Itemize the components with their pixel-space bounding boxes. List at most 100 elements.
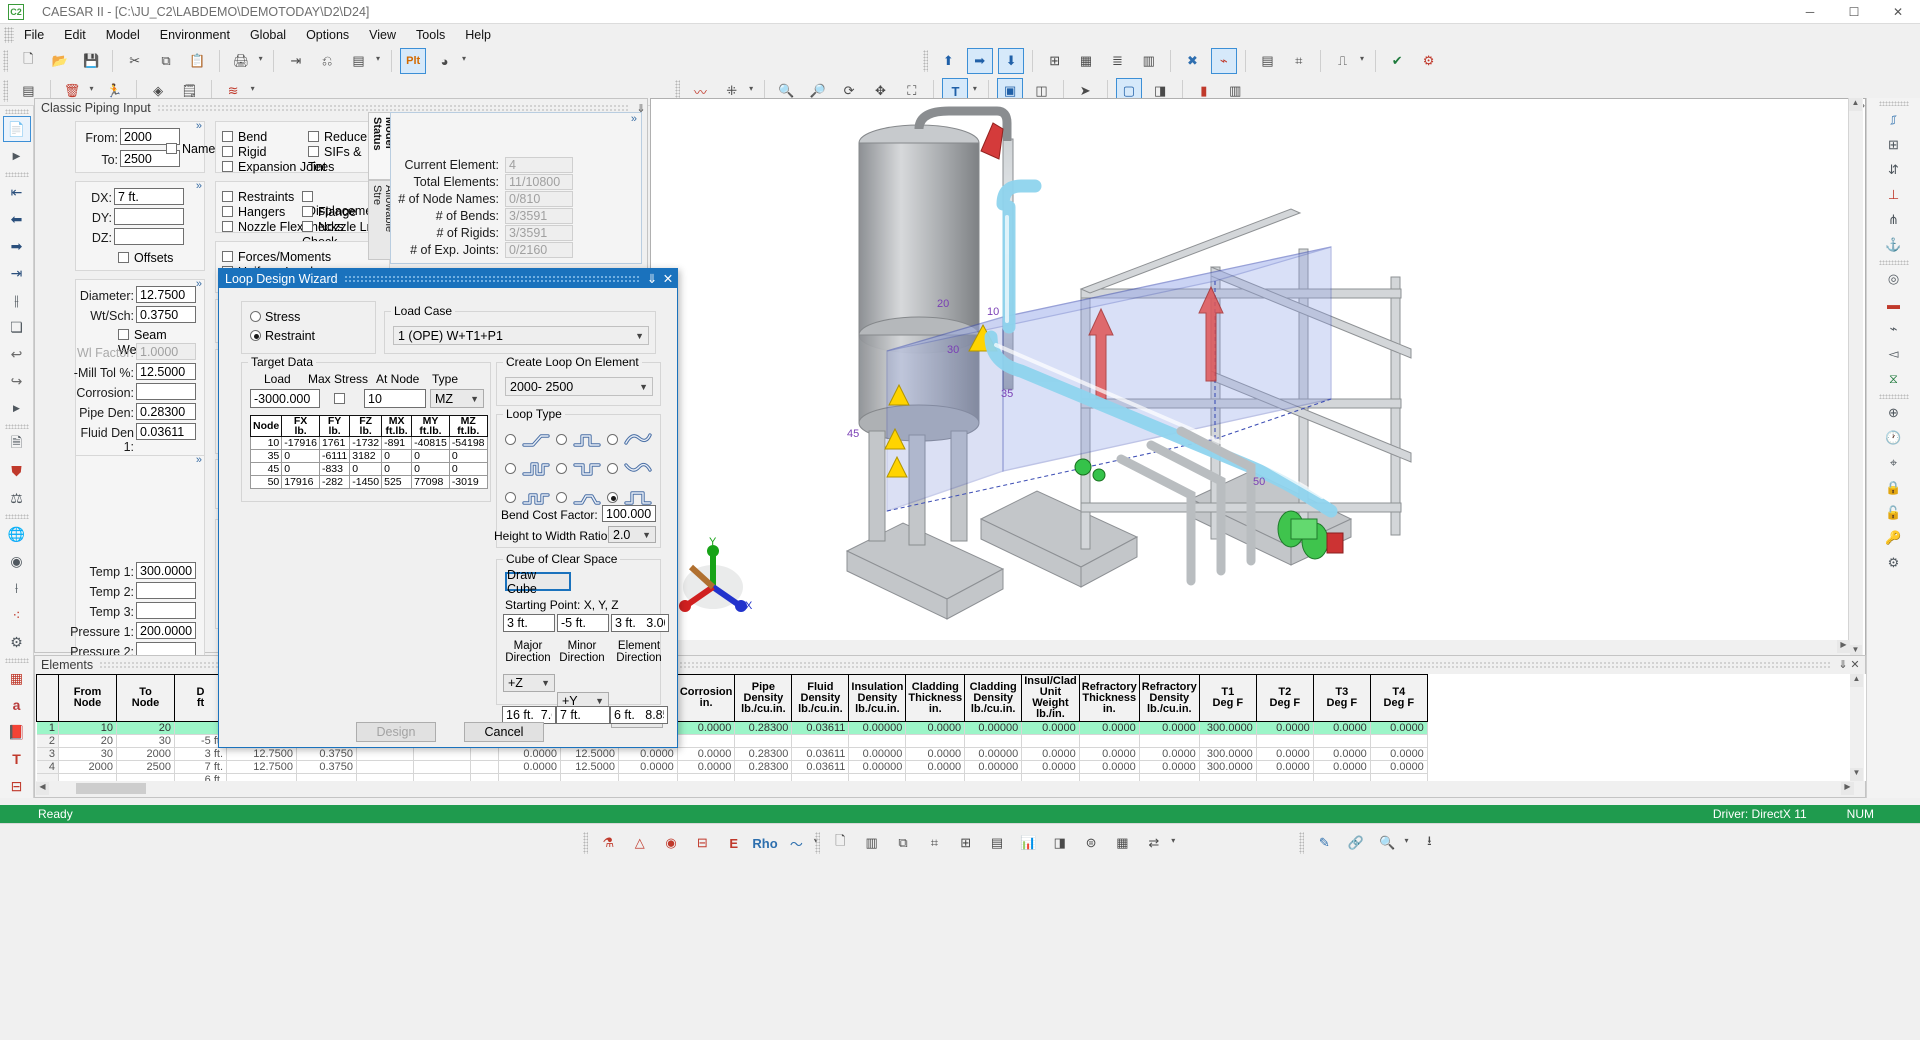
accounting-icon[interactable]: ⊞	[953, 830, 979, 856]
elements-cell[interactable]: 0.3750	[297, 761, 357, 774]
globe-icon[interactable]: 🌐	[3, 521, 31, 547]
height-width-chevron-down-icon[interactable]: ▼	[642, 530, 651, 540]
hanger-design-icon[interactable]: ⚗	[595, 830, 621, 856]
data-matrix-icon[interactable]: ▥	[859, 830, 885, 856]
cross-hatch-icon[interactable]: ✖	[1179, 48, 1205, 74]
spectrum-icon[interactable]: ⎍	[1330, 48, 1356, 74]
equipment-e-icon[interactable]: E	[721, 830, 747, 856]
elements-cell[interactable]: 0.3750	[297, 748, 357, 761]
elements-cell[interactable]	[1022, 735, 1080, 748]
reducer-view-icon[interactable]: ◅	[1881, 342, 1907, 366]
right-rail-grip-3[interactable]	[1879, 394, 1909, 399]
menu-grip[interactable]	[4, 27, 14, 43]
name-checkbox[interactable]: Name	[166, 141, 215, 156]
node-labels-icon[interactable]: ⊞	[1881, 133, 1907, 157]
elements-col-12[interactable]: PipeDensitylb./cu.in.	[735, 675, 792, 722]
insert-element-icon[interactable]: ⫲	[3, 287, 31, 313]
nozzle-lmt-checkbox-box[interactable]	[302, 221, 313, 232]
undo-icon[interactable]: ↩	[3, 341, 31, 367]
temp3-input[interactable]	[136, 602, 196, 619]
elements-cell[interactable]: 0.0000	[906, 761, 965, 774]
more-rail-icon[interactable]: ▶	[3, 395, 31, 421]
elements-cell[interactable]	[357, 748, 414, 761]
elements-cell[interactable]: 0.3750	[297, 774, 357, 782]
elements-cell[interactable]: 0.0000	[619, 748, 678, 761]
flange-checks-checkbox-box[interactable]	[302, 206, 313, 217]
elements-cell[interactable]	[414, 748, 471, 761]
menu-environment[interactable]: Environment	[150, 26, 240, 44]
elements-cell[interactable]: 20	[117, 722, 175, 735]
pen-tool-icon[interactable]: ✎	[1311, 830, 1337, 856]
arrow-up-icon[interactable]: ⬆	[935, 48, 961, 74]
loop-type-radio-7[interactable]	[505, 492, 516, 503]
at-node-input[interactable]	[364, 389, 426, 408]
elements-cell[interactable]: 0.0000	[1256, 748, 1313, 761]
elements-cell[interactable]: 0.0000	[1139, 761, 1199, 774]
height-width-select[interactable]: 2.0 ▼	[608, 526, 656, 543]
type-select[interactable]: MZ ▼	[430, 389, 484, 408]
rigid-checkbox[interactable]: Rigid	[222, 144, 267, 159]
elements-cell[interactable]: 0.0000	[677, 748, 735, 761]
new-file-icon[interactable]: 🗋	[15, 48, 41, 74]
intersection-ic[interactable]: ⌗	[921, 830, 947, 856]
elements-hscrollbar[interactable]: ◀ ▶	[36, 782, 1854, 796]
elements-cell[interactable]: 0.0000	[1256, 761, 1313, 774]
elements-col-13[interactable]: FluidDensitylb./cu.in.	[792, 675, 849, 722]
starting-z-input[interactable]	[611, 614, 669, 632]
elements-cell[interactable]: 0.0000	[1370, 761, 1427, 774]
elements-cell[interactable]	[1079, 735, 1139, 748]
from-to-expand-icon[interactable]: »	[196, 120, 200, 132]
seam-welded-checkbox-box[interactable]	[118, 329, 129, 340]
forces-moments-checkbox-box[interactable]	[222, 251, 233, 262]
minor-length-input[interactable]	[556, 706, 610, 724]
forces-moments-checkbox[interactable]: Forces/Moments	[222, 249, 331, 264]
elements-cell[interactable]: 0.0000	[1079, 722, 1139, 735]
elements-cell[interactable]: 0.0000	[1022, 774, 1080, 782]
elements-col-14[interactable]: InsulationDensitylb./cu.in.	[849, 675, 906, 722]
sifs-tees-checkbox-box[interactable]	[308, 146, 319, 157]
elements-col-11[interactable]: Corrosionin.	[677, 675, 735, 722]
menu-model[interactable]: Model	[96, 26, 150, 44]
restraint-radio-button[interactable]	[250, 330, 261, 341]
load-input[interactable]	[250, 389, 320, 408]
structural-icon[interactable]: ⌗	[1286, 48, 1312, 74]
toolbar-grip-3[interactable]	[3, 80, 8, 102]
row-number[interactable]: 5	[37, 774, 59, 782]
axis-icon[interactable]: ⟊	[3, 575, 31, 601]
elements-cell[interactable]: 300.0000	[1199, 722, 1256, 735]
nozzle-flex-checkbox[interactable]: Nozzle Flex.	[222, 219, 307, 234]
minimize-button[interactable]: ─	[1788, 0, 1832, 24]
save-icon[interactable]: 💾	[78, 48, 104, 74]
elements-col-21[interactable]: T2Deg F	[1256, 675, 1313, 722]
stress-radio[interactable]: Stress	[250, 309, 300, 324]
starting-y-input[interactable]	[557, 614, 609, 632]
pipe-props-icon[interactable]: ⊜	[1078, 830, 1104, 856]
elements-cell[interactable]: 0.0000	[1370, 774, 1427, 782]
minor-direction-chevron-down-icon[interactable]: ▼	[595, 696, 604, 706]
elements-cell[interactable]: 0.28300	[735, 774, 792, 782]
elements-cell[interactable]: 0.0000	[1139, 722, 1199, 735]
elements-cell[interactable]: 0.0000	[1256, 722, 1313, 735]
elements-cell[interactable]: 0.0000	[677, 761, 735, 774]
elements-cell[interactable]: 2000	[117, 748, 175, 761]
temp-expand-icon[interactable]: »	[196, 454, 200, 466]
rigid-checkbox-box[interactable]	[222, 146, 233, 157]
elements-cell[interactable]: 0.0000	[1079, 748, 1139, 761]
copy-icon[interactable]: ⧉	[153, 48, 179, 74]
elements-cell[interactable]: 0.28300	[735, 748, 792, 761]
first-element-icon[interactable]: ⇤	[3, 179, 31, 205]
next-element-icon[interactable]: ➡	[3, 233, 31, 259]
loop-type-radio-1[interactable]	[505, 434, 516, 445]
rail-grip-3[interactable]	[5, 424, 29, 429]
hanger-view-icon[interactable]: ⋔	[1881, 208, 1907, 232]
insulation-view-icon[interactable]: ◎	[1881, 267, 1907, 291]
elements-cell[interactable]: 30	[117, 735, 175, 748]
elements-cell[interactable]: 0.0000	[1313, 722, 1370, 735]
elements-cell[interactable]: 0.0000	[499, 774, 561, 782]
tee-icon[interactable]: T	[3, 746, 31, 772]
elements-cell[interactable]: 20	[59, 735, 117, 748]
rail-grip[interactable]	[5, 109, 29, 114]
elements-cell[interactable]: 6 ft. 3.000 i	[175, 774, 227, 782]
elements-cell[interactable]: 0.0000	[906, 748, 965, 761]
loop-type-radio-8[interactable]	[556, 492, 567, 503]
